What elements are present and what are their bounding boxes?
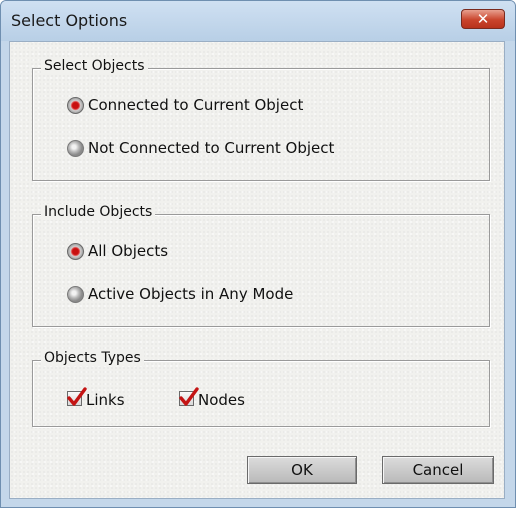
objects-types-group: Objects Types Links Nodes [32,350,490,427]
title-bar[interactable]: Select Options ✕ [1,1,515,41]
radio-label-connected[interactable]: Connected to Current Object [88,96,303,114]
close-button[interactable]: ✕ [461,9,505,29]
radio-not-connected-to-current-object[interactable] [67,140,84,157]
radio-active-objects-any-mode[interactable] [67,286,84,303]
radio-label-all-objects[interactable]: All Objects [88,242,168,260]
checkmark-icon [67,387,87,406]
dialog-client-area: Select Objects Connected to Current Obje… [9,41,505,499]
include-objects-group: Include Objects All Objects Active Objec… [32,204,490,327]
radio-all-objects[interactable] [67,243,84,260]
checkbox-links[interactable] [67,387,87,406]
select-objects-legend: Select Objects [41,58,148,74]
ok-button[interactable]: OK [247,456,357,484]
include-objects-legend: Include Objects [41,204,156,220]
select-objects-group: Select Objects Connected to Current Obje… [32,58,490,181]
cancel-button[interactable]: Cancel [382,456,494,484]
radio-connected-to-current-object[interactable] [67,97,84,114]
radio-label-not-connected[interactable]: Not Connected to Current Object [88,139,334,157]
window-title: Select Options [11,11,128,30]
checkbox-label-nodes[interactable]: Nodes [198,391,245,409]
checkbox-nodes[interactable] [179,387,199,406]
checkbox-label-links[interactable]: Links [86,391,125,409]
select-options-dialog: Select Options ✕ Select Objects Connecte… [0,0,516,508]
objects-types-legend: Objects Types [41,350,144,366]
close-icon: ✕ [476,10,490,28]
checkmark-icon [179,387,199,406]
radio-label-active-objects[interactable]: Active Objects in Any Mode [88,285,293,303]
